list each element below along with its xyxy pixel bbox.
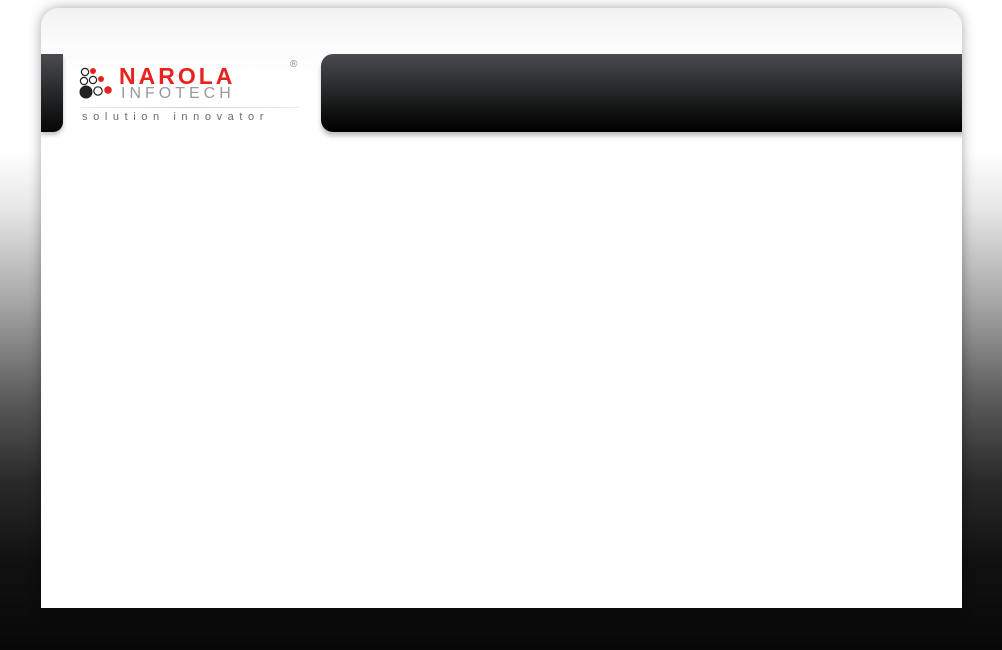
page-card: NAROLA ® INFOTECH solution innovator [41,8,962,608]
registered-mark: ® [290,59,298,70]
brand-subname: INFOTECH [121,85,235,102]
logo-divider [81,107,299,108]
header-bar [321,54,962,132]
brand-logo[interactable]: NAROLA ® INFOTECH solution innovator [79,59,304,133]
circles-logo-icon [79,67,112,99]
main-content-area [41,148,962,608]
left-nav-tab [41,54,63,132]
brand-tagline: solution innovator [82,111,270,123]
